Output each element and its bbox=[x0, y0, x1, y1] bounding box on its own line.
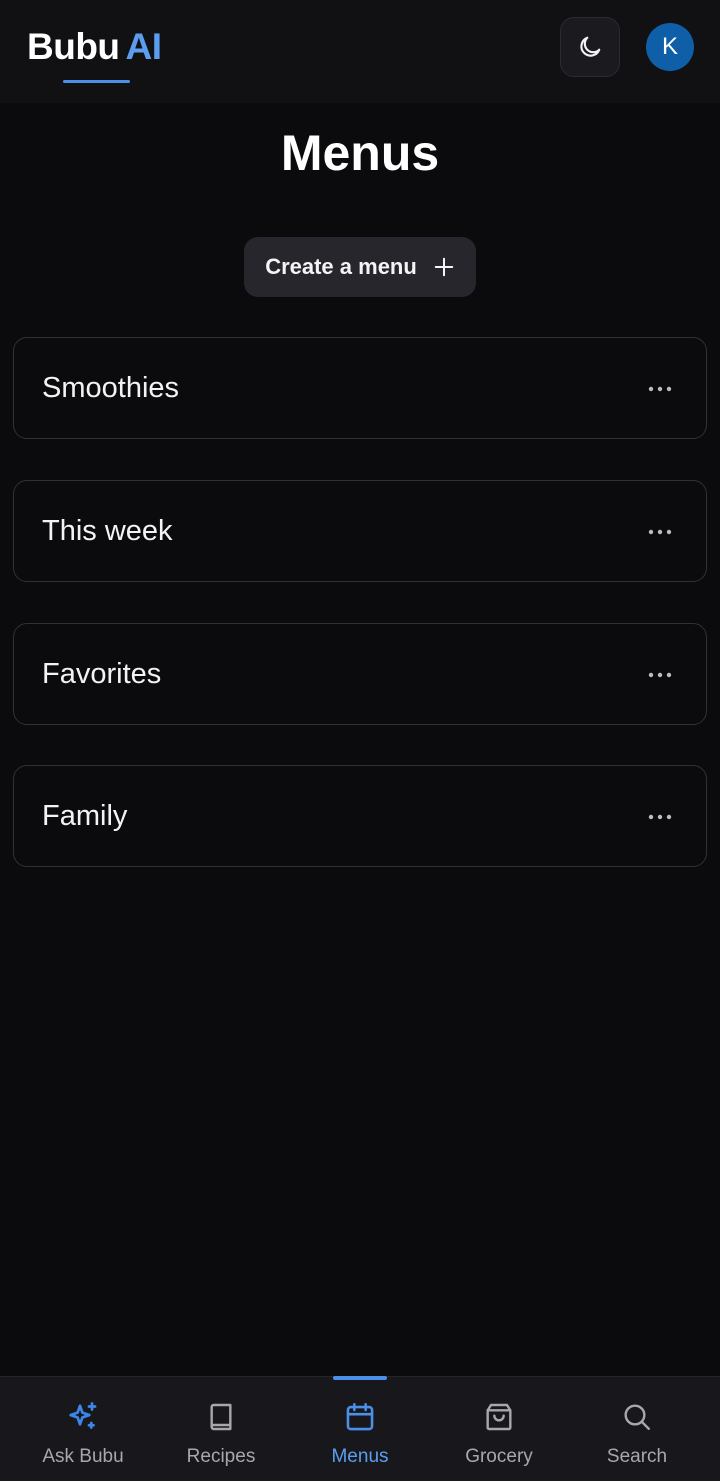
shopping-bag-icon bbox=[479, 1397, 519, 1437]
app: Bubu AI K Menus Create a menu Smoothies T… bbox=[0, 0, 720, 1481]
sparkles-icon bbox=[63, 1397, 103, 1437]
nav-label: Grocery bbox=[465, 1446, 533, 1467]
create-menu-label: Create a menu bbox=[265, 254, 417, 279]
more-horizontal-icon bbox=[648, 386, 672, 392]
more-horizontal-icon bbox=[648, 672, 672, 678]
nav-label: Search bbox=[606, 1446, 668, 1467]
nav-item-ask-bubu[interactable]: Ask Bubu bbox=[13, 1377, 153, 1481]
avatar-initial: K bbox=[661, 33, 678, 60]
nav-label: Menus bbox=[331, 1446, 389, 1467]
menu-options-button[interactable] bbox=[640, 512, 680, 552]
nav-label: Ask Bubu bbox=[42, 1446, 124, 1467]
book-icon bbox=[201, 1397, 241, 1437]
more-horizontal-icon bbox=[648, 814, 672, 820]
calendar-icon bbox=[340, 1397, 380, 1437]
moon-icon bbox=[580, 36, 601, 57]
menu-name: This week bbox=[42, 514, 173, 547]
bottom-navigation: Ask Bubu Recipes Menus Grocery Search bbox=[0, 1376, 720, 1481]
menu-options-button[interactable] bbox=[640, 655, 680, 695]
menu-options-button[interactable] bbox=[640, 369, 680, 409]
page-title: Menus bbox=[280, 125, 440, 181]
nav-item-menus[interactable]: Menus bbox=[290, 1377, 430, 1481]
top-bar: Bubu AI K bbox=[0, 0, 720, 103]
active-tab-indicator bbox=[333, 1376, 387, 1380]
menu-name: Favorites bbox=[42, 657, 162, 690]
nav-item-search[interactable]: Search bbox=[567, 1377, 707, 1481]
menu-options-button[interactable] bbox=[640, 797, 680, 837]
brand-name: Bubu bbox=[27, 26, 120, 67]
create-menu-button[interactable]: Create a menu bbox=[244, 237, 476, 297]
plus-icon bbox=[434, 257, 454, 277]
menu-card[interactable]: Smoothies bbox=[13, 337, 707, 439]
search-icon bbox=[617, 1397, 657, 1437]
nav-label: Recipes bbox=[186, 1446, 256, 1467]
menu-card[interactable]: Favorites bbox=[13, 623, 707, 725]
menu-name: Family bbox=[42, 799, 128, 832]
brand-logo[interactable]: Bubu AI bbox=[27, 26, 162, 68]
brand-accent: AI bbox=[125, 26, 163, 67]
more-horizontal-icon bbox=[648, 529, 672, 535]
nav-item-recipes[interactable]: Recipes bbox=[151, 1377, 291, 1481]
nav-item-grocery[interactable]: Grocery bbox=[429, 1377, 569, 1481]
menu-name: Smoothies bbox=[42, 371, 180, 404]
menu-card[interactable]: This week bbox=[13, 480, 707, 582]
menu-card[interactable]: Family bbox=[13, 765, 707, 867]
brand-underline bbox=[63, 80, 130, 83]
theme-toggle-button[interactable] bbox=[560, 17, 620, 77]
avatar[interactable]: K bbox=[646, 23, 694, 71]
